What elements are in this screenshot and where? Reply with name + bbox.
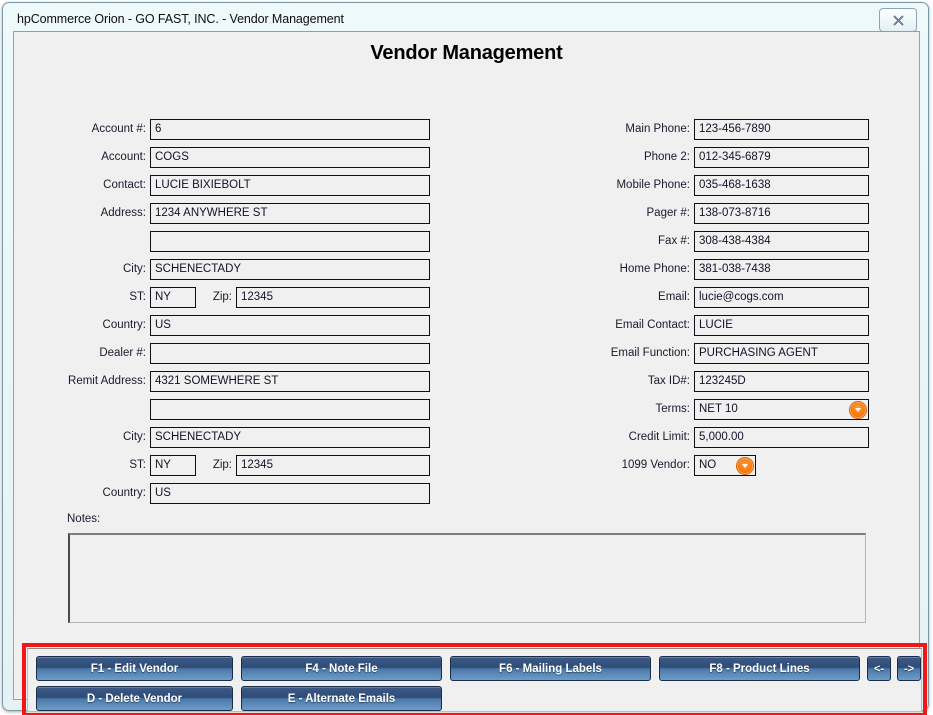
form-row: Credit Limit: 5,000.00 — [14, 427, 919, 448]
field-country-value: US — [155, 487, 171, 499]
label-country: Country: — [102, 487, 146, 499]
label-fax: Fax #: — [658, 235, 690, 247]
toolbar-button-f6-mailing-labels[interactable]: F6 - Mailing Labels — [450, 656, 651, 681]
label-terms: Terms: — [655, 403, 691, 415]
form-row: Email: lucie@cogs.com — [14, 287, 919, 308]
toolbar-button-f4-note-file[interactable]: F4 - Note File — [241, 656, 442, 681]
field-credit-limit-value: 5,000.00 — [699, 431, 744, 443]
next-record-button[interactable]: -> — [897, 656, 921, 681]
action-toolbar: F1 - Edit Vendor F4 - Note File F6 - Maili… — [27, 648, 922, 712]
field-pager-value: 138-073-8716 — [699, 207, 771, 219]
field-email-function[interactable]: PURCHASING AGENT — [694, 343, 869, 364]
form-row: Email Function: PURCHASING AGENT — [14, 343, 919, 364]
label-email: Email: — [658, 291, 690, 303]
notes-label: Notes: — [67, 513, 101, 525]
label-email-function: Email Function: — [610, 347, 690, 359]
chevron-down-icon-1099-vendor[interactable] — [737, 457, 753, 474]
label-credit-limit: Credit Limit: — [628, 431, 690, 443]
field-home-phone[interactable]: 381-038-7438 — [694, 259, 869, 280]
field-mobile-phone-value: 035-468-1638 — [699, 179, 771, 191]
form-row: Pager #: 138-073-8716 — [14, 203, 919, 224]
toolbar-button-e-alternate-emails[interactable]: E - Alternate Emails — [241, 686, 442, 711]
field-home-phone-value: 381-038-7438 — [699, 263, 771, 275]
field-fax[interactable]: 308-438-4384 — [694, 231, 869, 252]
field-terms-value: NET 10 — [699, 403, 738, 415]
field-1099-vendor[interactable]: NO — [694, 455, 756, 476]
field-email[interactable]: lucie@cogs.com — [694, 287, 869, 308]
label-main-phone: Main Phone: — [625, 123, 690, 135]
app-root: hpCommerce Orion - GO FAST, INC. - Vendo… — [0, 0, 933, 715]
field-terms[interactable]: NET 10 — [694, 399, 869, 420]
form-row: Fax #: 308-438-4384 — [14, 231, 919, 252]
form-row: Country: US — [14, 483, 919, 504]
toolbar-button-d-delete-vendor[interactable]: D - Delete Vendor — [36, 686, 233, 711]
field-mobile-phone[interactable]: 035-468-1638 — [694, 175, 869, 196]
toolbar-button-f1-edit-vendor[interactable]: F1 - Edit Vendor — [36, 656, 233, 681]
field-pager[interactable]: 138-073-8716 — [694, 203, 869, 224]
client-area: Vendor Management Account #: 6 Account: COG… — [13, 31, 927, 715]
label-tax-id: Tax ID#: — [647, 375, 690, 387]
toolbar-button-f8-product-lines[interactable]: F8 - Product Lines — [659, 656, 860, 681]
form-row: Main Phone: 123-456-7890 — [14, 119, 919, 140]
form-row: Mobile Phone: 035-468-1638 — [14, 175, 919, 196]
label-home-phone: Home Phone: — [619, 263, 690, 275]
field-email-contact[interactable]: LUCIE — [694, 315, 869, 336]
close-x-icon — [892, 14, 905, 27]
field-fax-value: 308-438-4384 — [699, 235, 771, 247]
page-title: Vendor Management — [370, 42, 563, 64]
field-tax-id[interactable]: 123245D — [694, 371, 869, 392]
form-row: Tax ID#: 123245D — [14, 371, 919, 392]
field-main-phone[interactable]: 123-456-7890 — [694, 119, 869, 140]
form-row: Email Contact: LUCIE — [14, 315, 919, 336]
notes-textarea[interactable] — [68, 533, 866, 623]
prev-record-button[interactable]: <- — [867, 656, 891, 681]
application-window: hpCommerce Orion - GO FAST, INC. - Vendo… — [2, 2, 929, 715]
field-main-phone-value: 123-456-7890 — [699, 123, 771, 135]
label-1099-vendor: 1099 Vendor: — [621, 459, 690, 471]
label-phone-2: Phone 2: — [643, 151, 690, 163]
field-phone-2-value: 012-345-6879 — [699, 151, 771, 163]
window-title: hpCommerce Orion - GO FAST, INC. - Vendo… — [17, 12, 344, 26]
label-mobile-phone: Mobile Phone: — [616, 179, 690, 191]
field-credit-limit[interactable]: 5,000.00 — [694, 427, 869, 448]
field-country[interactable]: US — [150, 483, 430, 504]
close-button[interactable] — [879, 8, 917, 32]
form-row: 1099 Vendor: NO — [14, 455, 919, 476]
form-row: Home Phone: 381-038-7438 — [14, 259, 919, 280]
field-phone-2[interactable]: 012-345-6879 — [694, 147, 869, 168]
field-tax-id-value: 123245D — [699, 375, 746, 387]
field-email-function-value: PURCHASING AGENT — [699, 347, 818, 359]
form-row: Phone 2: 012-345-6879 — [14, 147, 919, 168]
label-email-contact: Email Contact: — [615, 319, 690, 331]
chevron-down-icon-terms[interactable] — [850, 401, 866, 418]
label-pager: Pager #: — [646, 207, 690, 219]
field-email-value: lucie@cogs.com — [699, 291, 784, 303]
form-row: Terms: NET 10 — [14, 399, 919, 420]
field-email-contact-value: LUCIE — [699, 319, 733, 331]
field-1099-vendor-value: NO — [699, 459, 717, 471]
